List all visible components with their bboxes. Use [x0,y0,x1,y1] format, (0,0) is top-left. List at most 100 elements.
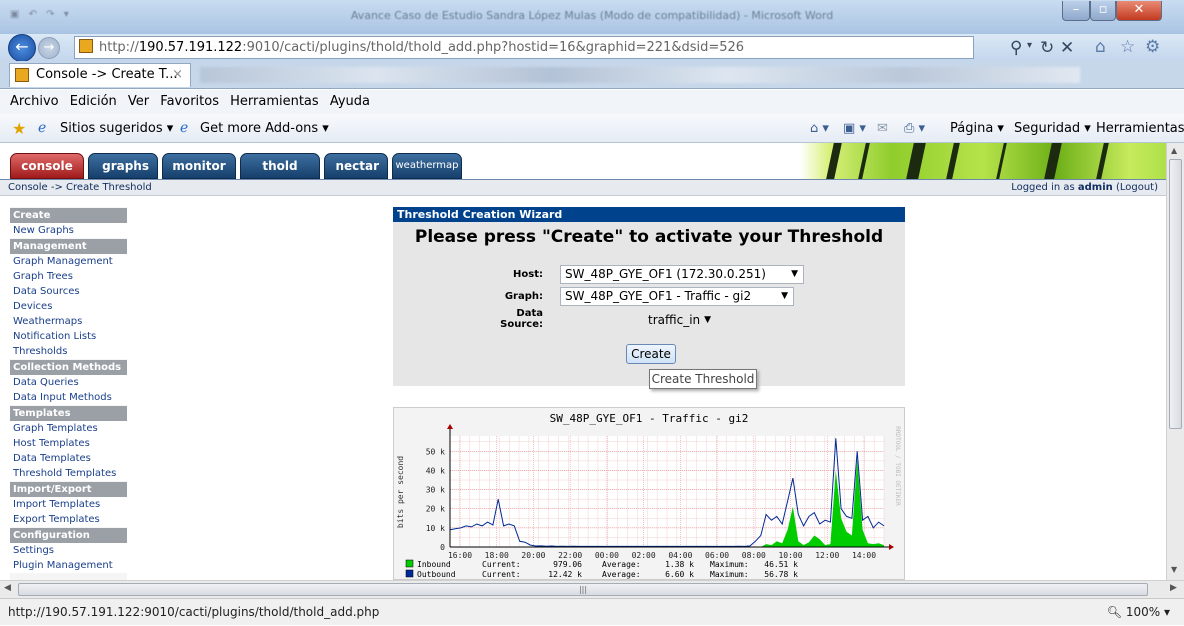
chart-y-tick-label: 40 k [426,466,445,475]
breadcrumb: Console -> Create Threshold Logged in as… [0,179,1166,196]
blurred-ribbon [200,67,1080,83]
address-path: :9010/cacti/plugins/thold/thold_add.php?… [242,40,745,55]
zoom-level: 100% [1125,605,1161,619]
sidebar-item-graph-templates[interactable]: Graph Templates [10,421,127,436]
home-menu-icon[interactable]: ⌂ ▾ [810,114,829,143]
sidebar-item-export-templates[interactable]: Export Templates [10,512,127,527]
sidebar-item-settings[interactable]: Settings [10,543,127,558]
vertical-scroll-thumb[interactable] [1169,159,1182,429]
sidebar-item-import-templates[interactable]: Import Templates [10,497,127,512]
tab-thold[interactable]: thold [240,153,320,179]
chart-x-tick-label: 12:00 [815,551,839,560]
get-addons-link[interactable]: Get more Add-ons ▾ [200,114,329,143]
menu-herramientas[interactable]: Herramientas [230,94,319,109]
sidebar-item-data-input-methods[interactable]: Data Input Methods [10,390,127,405]
breadcrumb-text[interactable]: Console -> Create Threshold [8,182,152,193]
legend-average-label: Average: [602,560,641,569]
status-bar: http://190.57.191.122:9010/cacti/plugins… [0,598,1184,625]
refresh-icon[interactable]: ↻ [1040,38,1054,58]
chart-y-tick-label: 50 k [426,447,445,456]
legend-current-value: 12.42 k [548,570,582,579]
chart-x-tick-label: 16:00 [448,551,472,560]
gear-icon[interactable]: ⚙ [1145,37,1160,57]
mail-icon[interactable]: ✉ [877,114,888,143]
create-button[interactable]: Create [626,344,676,364]
legend-swatch-inbound [405,559,414,568]
back-button[interactable]: ← [8,34,36,62]
sidebar-item-plugin-management[interactable]: Plugin Management [10,558,127,573]
sidebar-item-threshold-templates[interactable]: Threshold Templates [10,466,127,481]
sidebar-item-data-queries[interactable]: Data Queries [10,375,127,390]
home-icon[interactable]: ⌂ [1095,37,1106,57]
rss-icon[interactable]: ▣ ▾ [843,114,866,143]
data-source-select[interactable]: traffic_in ▼ [643,311,717,330]
tab-nectar[interactable]: nectar [324,153,388,179]
chart-side-label: RRDTOOL / TOBI OETIKER [894,426,901,506]
sidebar-item-graph-trees[interactable]: Graph Trees [10,269,127,284]
tab-console-cacti[interactable]: console [10,153,84,179]
chart-x-tick-label: 10:00 [778,551,802,560]
menu-archivo[interactable]: Archivo [10,94,59,109]
sidebar-item-thresholds[interactable]: Thresholds [10,344,127,359]
dropdown-icon[interactable]: ▾ [1027,40,1032,51]
tab-graphs[interactable]: graphs [88,153,158,179]
chart-x-tick-label: 04:00 [668,551,692,560]
vertical-scrollbar[interactable]: ▲ ▼ [1166,143,1184,580]
stop-icon[interactable]: ✕ [1060,38,1074,58]
ie-icon-2: ℯ [180,120,189,136]
close-tab-icon[interactable]: × [172,64,183,86]
scroll-left-icon[interactable]: ◀ [4,583,11,593]
chart-x-tick-label: 22:00 [558,551,582,560]
logout-link[interactable]: (Logout) [1116,182,1158,193]
scroll-right-icon[interactable]: ▶ [1170,583,1177,593]
sidebar-item-graph-management[interactable]: Graph Management [10,254,127,269]
sidebar-item-notification-lists[interactable]: Notification Lists [10,329,127,344]
page-menu[interactable]: Página ▾ [950,114,1004,143]
data-source-label-2: Source: [500,319,543,330]
logged-in-label: Logged in as [1011,182,1078,193]
host-select[interactable]: SW_48P_GYE_OF1 (172.30.0.251) ▼ [560,265,804,284]
traffic-graph: SW_48P_GYE_OF1 - Traffic - gi2 bits per s… [393,407,905,580]
sidebar-item-devices[interactable]: Devices [10,299,127,314]
sidebar-header-management: Management [10,239,127,254]
chart-y-tick-label: 0 [440,543,445,552]
address-bar[interactable]: http://190.57.191.122:9010/cacti/plugins… [74,36,974,59]
threshold-wizard: Threshold Creation Wizard Please press "… [393,207,905,386]
sidebar-item-weathermaps[interactable]: Weathermaps [10,314,127,329]
sidebar-item-data-sources[interactable]: Data Sources [10,284,127,299]
window-title: Avance Caso de Estudio Sandra López Mula… [350,9,834,22]
zoom-control[interactable]: 🔍︎ 100% ▾ [1107,599,1170,626]
tab-console[interactable]: Console -> Create T... × [9,63,191,87]
sidebar-item-new-graphs[interactable]: New Graphs [10,223,127,238]
zoom-icon: 🔍︎ [1106,605,1123,619]
legend-current-label: Current: [482,570,521,579]
sidebar-header-create: Create [10,208,127,223]
maximize-button[interactable]: ▫ [1090,1,1116,21]
favorites-star-add-icon[interactable]: ★ [12,114,26,143]
print-icon[interactable]: ⎙ ▾ [904,114,925,143]
sidebar-item-data-templates[interactable]: Data Templates [10,451,127,466]
cacti-favicon [15,68,29,82]
forward-button[interactable]: → [38,37,60,59]
horizontal-scroll-thumb[interactable]: ||| [18,583,1148,596]
chart-x-tick-label: 02:00 [632,551,656,560]
horizontal-scrollbar[interactable]: ◀ ||| ▶ [0,580,1184,598]
suggested-sites-link[interactable]: Sitios sugeridos ▾ [60,114,173,143]
search-icon[interactable]: ⚲ [1010,38,1022,58]
sidebar-item-host-templates[interactable]: Host Templates [10,436,127,451]
menu-ayuda[interactable]: Ayuda [330,94,370,109]
scroll-up-icon[interactable]: ▲ [1171,146,1177,155]
graph-select[interactable]: SW_48P_GYE_OF1 - Traffic - gi2 ▼ [560,287,794,306]
close-button[interactable]: ✕ [1116,1,1162,21]
tab-weathermap[interactable]: weathermap [392,153,462,179]
minimize-button[interactable]: – [1062,1,1090,21]
favorites-star-icon[interactable]: ☆ [1120,37,1135,57]
menu-ver[interactable]: Ver [128,94,149,109]
menu-favoritos[interactable]: Favoritos [160,94,219,109]
navigation-bar: ← → http://190.57.191.122:9010/cacti/plu… [0,34,1184,62]
security-menu[interactable]: Seguridad ▾ [1014,114,1091,143]
host-value: SW_48P_GYE_OF1 (172.30.0.251) [565,267,766,281]
menu-edicion[interactable]: Edición [70,94,117,109]
tab-monitor[interactable]: monitor [162,153,236,179]
scroll-down-icon[interactable]: ▼ [1171,565,1177,574]
